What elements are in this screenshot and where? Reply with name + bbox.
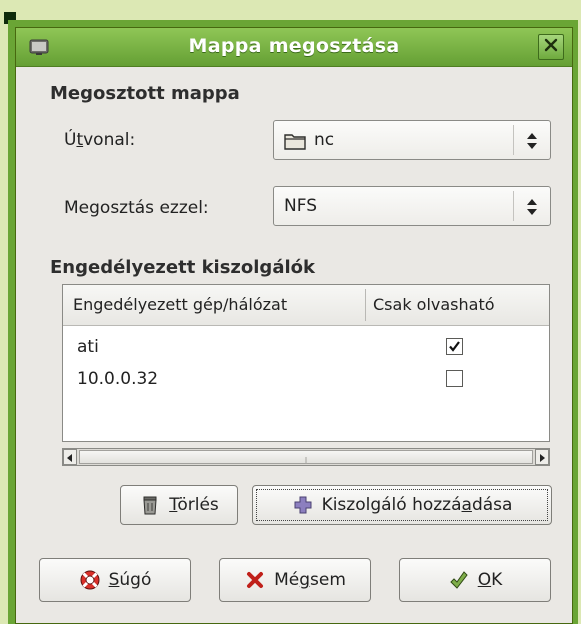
share-with-value: NFS <box>284 196 317 216</box>
path-label: Útvonal: <box>64 130 136 150</box>
delete-button[interactable]: Törlés <box>120 485 238 525</box>
cancel-x-icon <box>244 569 266 591</box>
table-row[interactable]: ati <box>63 331 549 363</box>
read-only-checkbox[interactable] <box>446 370 463 387</box>
cancel-button[interactable]: Mégsem <box>219 558 371 602</box>
grip-icon <box>305 457 307 464</box>
shared-folder-heading: Megosztott mappa <box>50 83 240 104</box>
scroll-thumb[interactable] <box>79 450 533 464</box>
table-row[interactable]: 10.0.0.32 <box>63 363 549 395</box>
ok-button[interactable]: OK <box>399 558 551 602</box>
host-cell: 10.0.0.32 <box>77 369 159 389</box>
lifebuoy-icon <box>79 569 101 591</box>
window-title: Mappa megosztása <box>188 35 400 57</box>
arrow-left-icon <box>67 454 72 462</box>
allowed-hosts-table[interactable]: Engedélyezett gép/hálózat Csak olvasható… <box>62 284 550 442</box>
updown-arrows-icon <box>524 130 540 152</box>
column-separator <box>365 289 366 321</box>
allowed-hosts-heading: Engedélyezett kiszolgálók <box>50 257 315 278</box>
share-with-combo[interactable]: NFS <box>273 186 551 226</box>
ok-icon <box>448 569 470 591</box>
close-icon <box>543 37 559 57</box>
host-cell: ati <box>77 337 99 357</box>
help-button[interactable]: Súgó <box>39 558 191 602</box>
table-header: Engedélyezett gép/hálózat Csak olvasható <box>63 285 549 326</box>
scroll-right-button[interactable] <box>535 449 549 465</box>
updown-arrows-icon <box>524 196 540 218</box>
path-value: nc <box>314 130 335 150</box>
read-only-checkbox[interactable] <box>446 338 463 355</box>
scroll-left-button[interactable] <box>63 449 77 465</box>
column-header-read-only[interactable]: Csak olvasható <box>373 295 495 314</box>
combo-separator <box>513 191 514 221</box>
path-combo[interactable]: nc <box>273 120 551 160</box>
horizontal-scrollbar[interactable] <box>62 448 550 466</box>
close-button[interactable] <box>538 34 564 60</box>
title-bar[interactable]: Mappa megosztása <box>16 28 572 67</box>
arrow-right-icon <box>540 454 545 462</box>
folder-icon <box>284 131 306 155</box>
checkmark-icon <box>449 341 460 352</box>
add-host-button[interactable]: Kiszolgáló hozzáadása <box>252 485 552 525</box>
plus-icon <box>292 494 314 516</box>
column-header-host[interactable]: Engedélyezett gép/hálózat <box>73 295 287 314</box>
combo-separator <box>513 125 514 155</box>
share-with-label: Megosztás ezzel: <box>64 198 209 218</box>
share-folder-dialog: Mappa megosztása Megosztott mappa Útvona… <box>15 27 573 624</box>
trash-icon <box>139 494 161 516</box>
